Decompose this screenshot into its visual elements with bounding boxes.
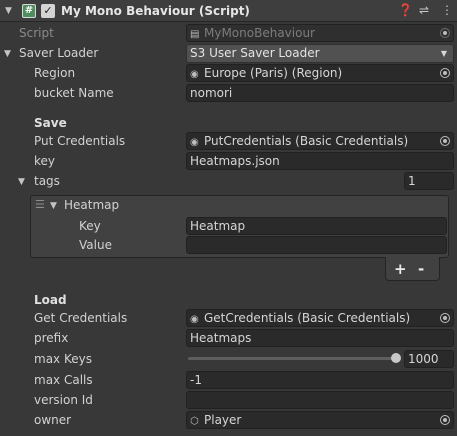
- put-credentials-field[interactable]: ◉ PutCredentials (Basic Credentials): [186, 132, 454, 150]
- put-credentials-value: PutCredentials (Basic Credentials): [204, 134, 409, 148]
- object-picker-icon[interactable]: [440, 415, 450, 425]
- region-asset-icon: ◉: [190, 69, 199, 80]
- kebab-menu-icon[interactable]: ⋮: [441, 3, 453, 17]
- saver-loader-dropdown[interactable]: S3 User Saver Loader ▼: [186, 44, 454, 63]
- tag-element-label: Heatmap: [64, 198, 120, 212]
- cube-icon: ⬡: [190, 416, 199, 427]
- tag-value-input[interactable]: [186, 236, 447, 254]
- script-file-icon: ▤: [190, 29, 200, 40]
- heatmap-foldout-icon[interactable]: ▼: [50, 201, 57, 211]
- version-id-input[interactable]: [186, 391, 454, 409]
- saver-loader-label: Saver Loader: [19, 46, 99, 60]
- max-calls-input[interactable]: -1: [186, 371, 454, 389]
- component-title: My Mono Behaviour (Script): [61, 4, 250, 18]
- credentials-asset-icon: ◉: [190, 314, 199, 325]
- presets-icon[interactable]: ⇌: [419, 3, 429, 17]
- bucket-name-label: bucket Name: [34, 86, 114, 100]
- tag-value-label: Value: [79, 238, 112, 252]
- help-icon[interactable]: ❓: [398, 3, 413, 17]
- load-heading: Load: [34, 293, 67, 307]
- max-keys-label: max Keys: [34, 352, 92, 366]
- region-value: Europe (Paris) (Region): [204, 66, 343, 80]
- script-field: ▤ MyMonoBehaviour: [186, 24, 454, 42]
- region-label: Region: [34, 66, 76, 80]
- tag-key-input[interactable]: Heatmap: [186, 217, 447, 235]
- script-icon: #: [22, 4, 36, 18]
- foldout-arrow-icon[interactable]: ▼: [5, 6, 12, 16]
- max-calls-label: max Calls: [34, 373, 93, 387]
- prefix-label: prefix: [34, 331, 69, 345]
- prefix-input[interactable]: Heatmaps: [186, 329, 454, 347]
- owner-field[interactable]: ⬡ Player: [186, 411, 454, 429]
- get-credentials-label: Get Credentials: [34, 311, 128, 325]
- put-credentials-label: Put Credentials: [34, 134, 126, 148]
- chevron-down-icon: ▼: [440, 49, 447, 58]
- object-picker-icon[interactable]: [440, 313, 450, 323]
- drag-handle-icon[interactable]: ☰: [35, 196, 45, 214]
- script-value: MyMonoBehaviour: [204, 26, 315, 40]
- add-element-button[interactable]: +: [394, 258, 407, 280]
- owner-label: owner: [34, 413, 72, 427]
- tags-label: tags: [34, 174, 60, 188]
- object-picker-icon: [440, 28, 450, 38]
- tags-count-input[interactable]: 1: [404, 172, 454, 190]
- enabled-checkbox[interactable]: ✓: [41, 4, 55, 18]
- owner-value: Player: [204, 413, 242, 427]
- max-keys-slider-track[interactable]: [188, 357, 396, 360]
- tag-key-label: Key: [79, 219, 101, 233]
- key-label: key: [34, 154, 56, 168]
- bucket-name-input[interactable]: nomori: [186, 84, 454, 102]
- get-credentials-field[interactable]: ◉ GetCredentials (Basic Credentials): [186, 309, 454, 327]
- script-label: Script: [19, 26, 54, 40]
- saver-loader-foldout-icon[interactable]: ▼: [4, 49, 11, 59]
- tags-foldout-icon[interactable]: ▼: [18, 177, 25, 187]
- get-credentials-value: GetCredentials (Basic Credentials): [204, 311, 411, 325]
- object-picker-icon[interactable]: [440, 136, 450, 146]
- key-input[interactable]: Heatmaps.json: [186, 152, 454, 170]
- object-picker-icon[interactable]: [440, 68, 450, 78]
- credentials-asset-icon: ◉: [190, 137, 199, 148]
- remove-element-button[interactable]: -: [418, 258, 424, 280]
- saver-loader-value: S3 User Saver Loader: [190, 46, 320, 60]
- version-id-label: version Id: [34, 393, 93, 407]
- save-heading: Save: [34, 116, 67, 130]
- max-keys-input[interactable]: 1000: [404, 350, 454, 368]
- region-field[interactable]: ◉ Europe (Paris) (Region): [186, 64, 454, 82]
- max-keys-slider-thumb[interactable]: [391, 353, 401, 363]
